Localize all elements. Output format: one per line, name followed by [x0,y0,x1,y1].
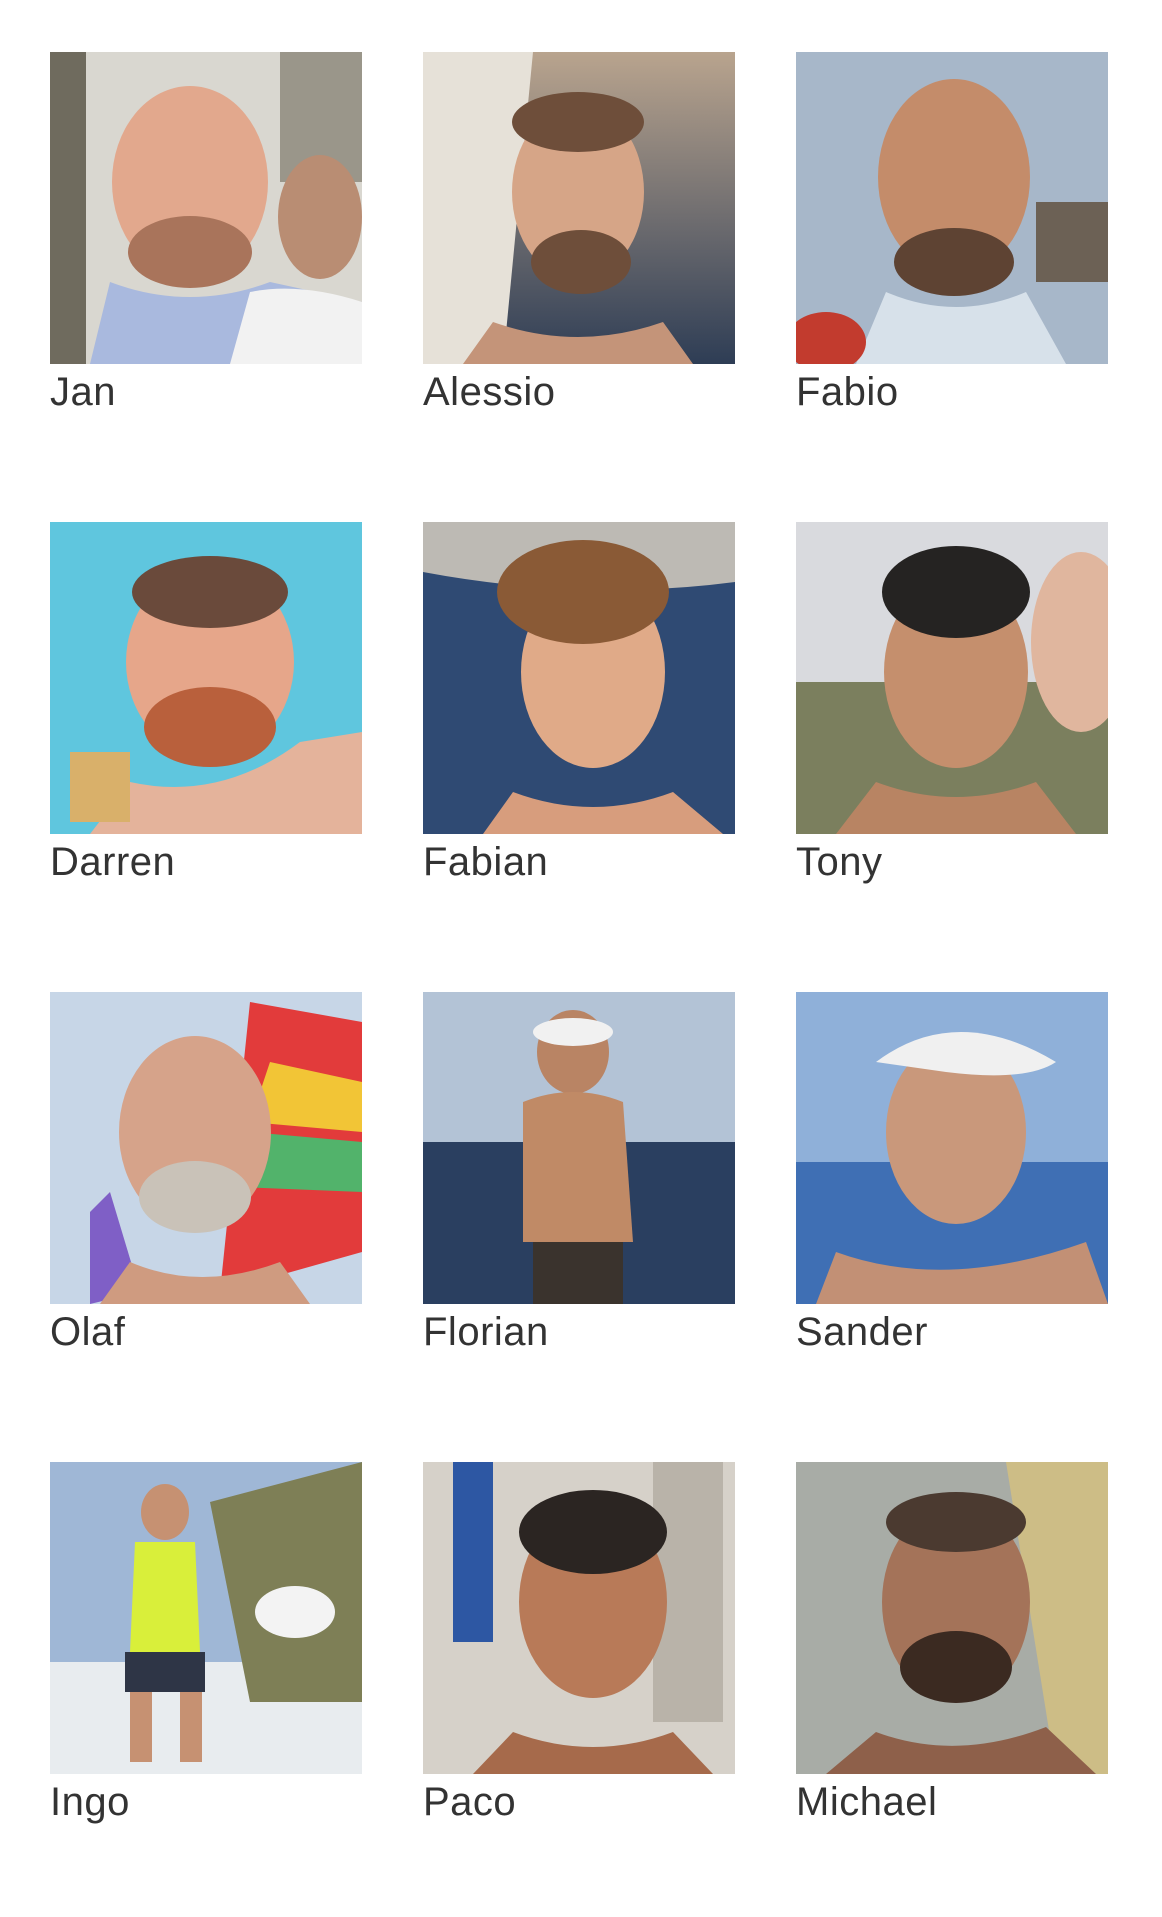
portrait-photo-icon [796,992,1108,1304]
member-card-tony[interactable]: Tony [796,522,1108,992]
member-name: Sander [796,1310,928,1354]
member-photo-fabian[interactable] [423,522,735,834]
member-card-fabio[interactable]: Fabio [796,52,1108,522]
member-card-olaf[interactable]: Olaf [50,992,362,1462]
member-photo-jan[interactable] [50,52,362,364]
member-card-jan[interactable]: Jan [50,52,362,522]
member-photo-tony[interactable] [796,522,1108,834]
member-photo-florian[interactable] [423,992,735,1304]
member-photo-paco[interactable] [423,1462,735,1774]
member-photo-sander[interactable] [796,992,1108,1304]
member-photo-darren[interactable] [50,522,362,834]
member-photo-ingo[interactable] [50,1462,362,1774]
portrait-photo-icon [50,992,362,1304]
portrait-photo-icon [423,1462,735,1774]
member-name: Ingo [50,1780,130,1824]
member-card-ingo[interactable]: Ingo [50,1462,362,1917]
member-name: Michael [796,1780,938,1824]
portrait-photo-icon [50,1462,362,1774]
member-name: Fabio [796,370,899,414]
portrait-photo-icon [50,52,362,364]
member-card-alessio[interactable]: Alessio [423,52,735,522]
member-photo-michael[interactable] [796,1462,1108,1774]
member-name: Darren [50,840,176,884]
member-photo-alessio[interactable] [423,52,735,364]
portrait-photo-icon [50,522,362,834]
member-photo-olaf[interactable] [50,992,362,1304]
member-name: Olaf [50,1310,126,1354]
member-name: Paco [423,1780,517,1824]
portrait-photo-icon [796,1462,1108,1774]
member-name: Alessio [423,370,556,414]
member-card-fabian[interactable]: Fabian [423,522,735,992]
member-card-sander[interactable]: Sander [796,992,1108,1462]
member-card-florian[interactable]: Florian [423,992,735,1462]
member-card-michael[interactable]: Michael [796,1462,1108,1917]
member-name: Florian [423,1310,549,1354]
member-photo-fabio[interactable] [796,52,1108,364]
team-grid: Jan Alessio Fabio Darren Fabian Tony Ola… [50,52,1112,1917]
member-name: Jan [50,370,116,414]
member-name: Tony [796,840,883,884]
member-card-darren[interactable]: Darren [50,522,362,992]
portrait-photo-icon [796,522,1108,834]
portrait-photo-icon [796,52,1108,364]
member-name: Fabian [423,840,549,884]
member-card-paco[interactable]: Paco [423,1462,735,1917]
portrait-photo-icon [423,992,735,1304]
portrait-photo-icon [423,522,735,834]
portrait-photo-icon [423,52,735,364]
